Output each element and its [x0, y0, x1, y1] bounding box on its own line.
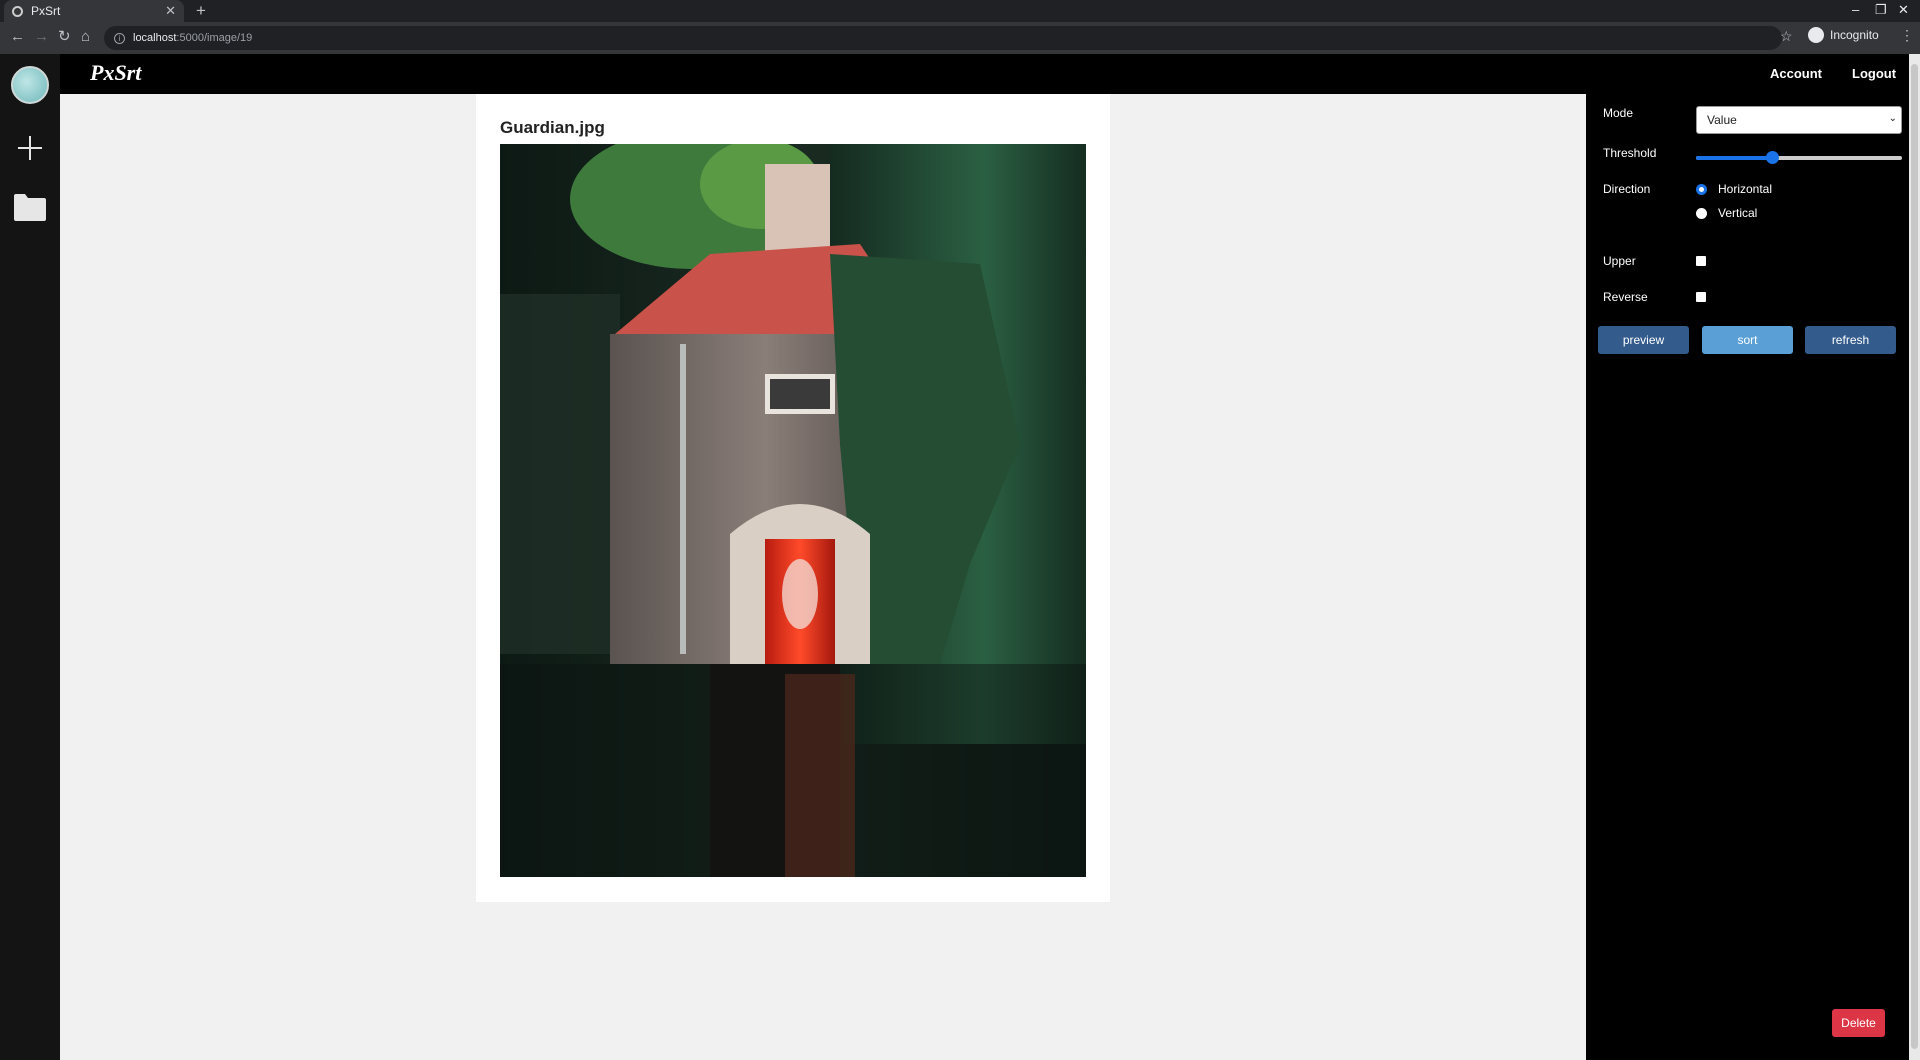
scrollbar-thumb[interactable] [1911, 64, 1918, 1049]
avatar[interactable] [11, 66, 49, 104]
restore-icon[interactable]: ❐ [1875, 2, 1887, 18]
browser-toolbar: ← → ↻ ⌂ i localhost :5000/image/19 ☆ Inc… [0, 22, 1920, 54]
bookmark-star-icon[interactable]: ☆ [1780, 28, 1793, 45]
threshold-slider-fill [1696, 156, 1773, 160]
forward-icon[interactable]: → [34, 29, 49, 45]
address-bar[interactable]: i localhost :5000/image/19 [104, 26, 1782, 50]
threshold-label: Threshold [1603, 146, 1657, 160]
browser-menu-icon[interactable]: ⋮ [1900, 27, 1914, 44]
minimize-icon[interactable]: ‒ [1852, 2, 1859, 17]
folder-icon[interactable] [13, 192, 47, 222]
reverse-checkbox[interactable] [1696, 292, 1706, 302]
delete-button[interactable]: Delete [1832, 1009, 1885, 1037]
mode-select[interactable]: Value ⌄ [1696, 106, 1902, 134]
controls-panel: Mode Value ⌄ Threshold Direction Horizon… [1586, 94, 1909, 1060]
new-tab-icon[interactable]: + [196, 1, 206, 21]
incognito-icon [1808, 27, 1824, 43]
app-sidebar [0, 54, 60, 1060]
incognito-indicator[interactable]: Incognito [1808, 27, 1879, 43]
brand-logo[interactable]: PxSrt [90, 60, 141, 86]
app-header: PxSrt Account Logout [60, 54, 1920, 94]
incognito-label: Incognito [1830, 28, 1879, 42]
preview-button[interactable]: preview [1598, 326, 1689, 354]
home-icon[interactable]: ⌂ [81, 29, 90, 45]
direction-label: Direction [1603, 182, 1651, 196]
url-host: localhost [133, 32, 177, 44]
url-path: :5000/image/19 [176, 32, 253, 44]
image-card: Guardian.jpg [476, 94, 1110, 902]
sort-button[interactable]: sort [1702, 326, 1793, 354]
info-icon[interactable]: i [114, 32, 125, 44]
direction-horizontal-label[interactable]: Horizontal [1718, 182, 1772, 196]
direction-vertical-radio[interactable] [1696, 208, 1707, 219]
close-window-icon[interactable]: ✕ [1898, 2, 1909, 18]
sorted-image [500, 144, 1086, 877]
upper-checkbox[interactable] [1696, 256, 1706, 266]
image-title: Guardian.jpg [500, 118, 605, 137]
browser-tab-strip: PxSrt ✕ + ‒ ❐ ✕ [0, 0, 1920, 22]
page-scrollbar[interactable] [1909, 54, 1920, 1060]
direction-horizontal-radio[interactable] [1696, 184, 1707, 195]
upper-label: Upper [1603, 254, 1636, 268]
logout-link[interactable]: Logout [1852, 66, 1896, 81]
close-tab-icon[interactable]: ✕ [165, 3, 176, 19]
back-icon[interactable]: ← [10, 29, 25, 45]
threshold-slider-thumb[interactable] [1766, 151, 1780, 164]
reverse-label: Reverse [1603, 290, 1648, 304]
mode-select-value: Value [1707, 113, 1737, 127]
tab-title: PxSrt [31, 4, 61, 18]
image-render [500, 144, 1086, 877]
chevron-down-icon: ⌄ [1888, 113, 1897, 124]
mode-label: Mode [1603, 106, 1634, 120]
account-link[interactable]: Account [1770, 66, 1822, 81]
add-image-icon[interactable] [14, 132, 46, 164]
browser-tab[interactable]: PxSrt ✕ [4, 0, 184, 22]
globe-icon [12, 5, 23, 17]
reload-icon[interactable]: ↻ [58, 29, 71, 45]
direction-vertical-label[interactable]: Vertical [1718, 206, 1757, 220]
threshold-slider[interactable] [1696, 151, 1902, 164]
refresh-button[interactable]: refresh [1805, 326, 1896, 354]
